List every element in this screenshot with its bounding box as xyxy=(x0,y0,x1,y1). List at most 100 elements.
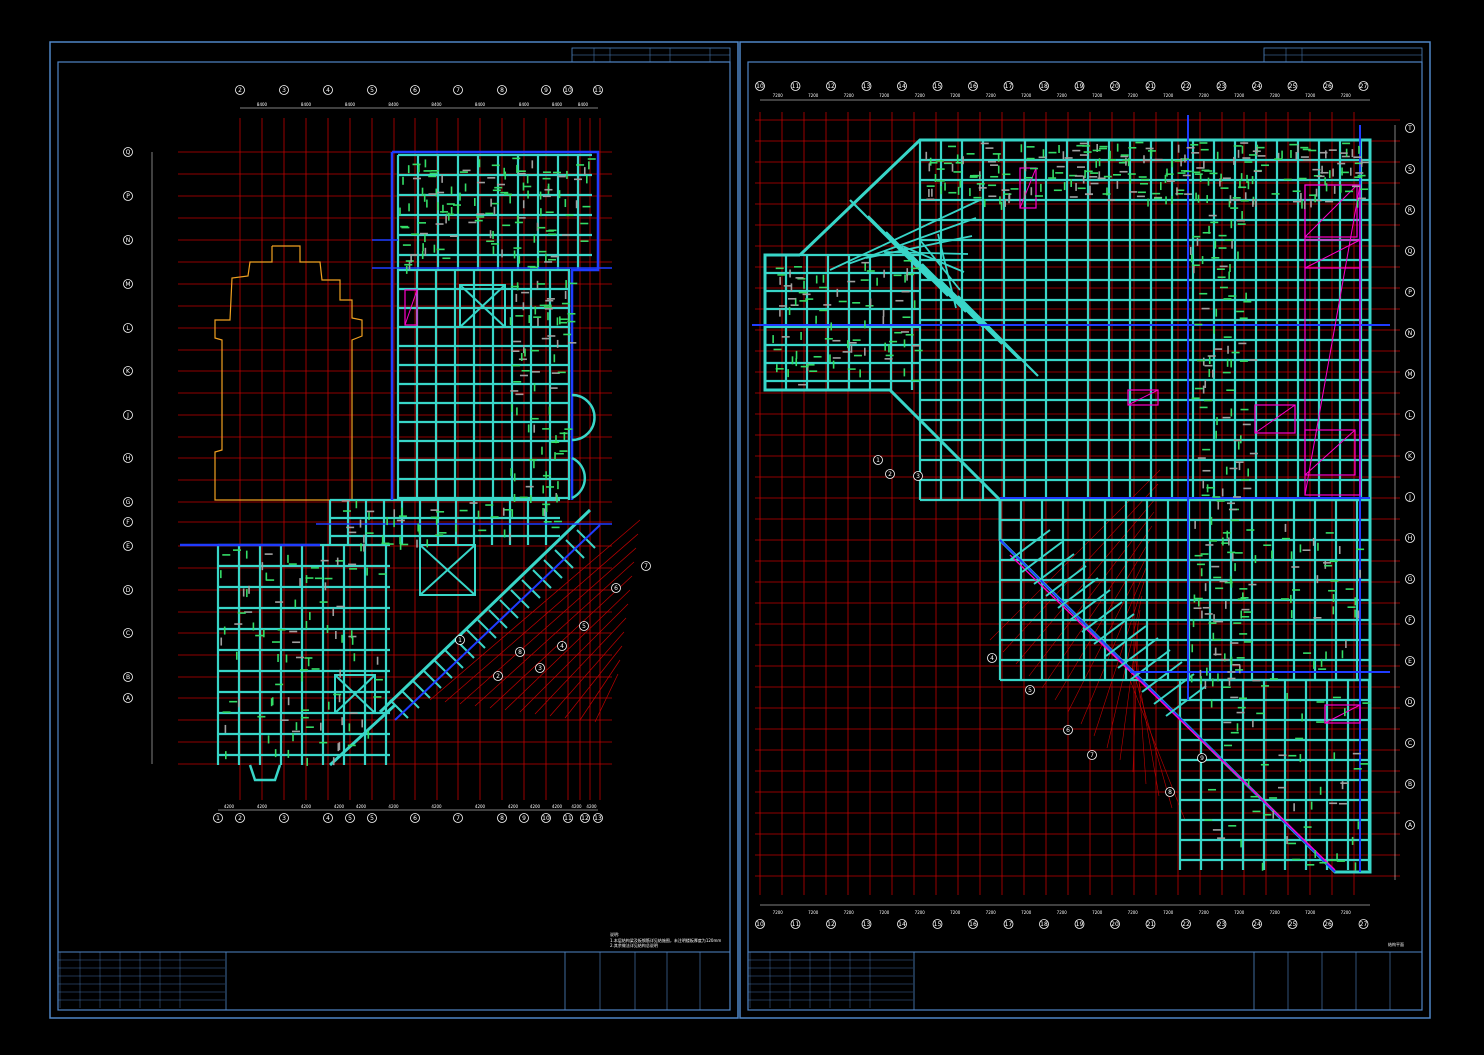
dim-text: 7200 xyxy=(1163,910,1174,915)
axis-right-label: F xyxy=(1408,617,1412,624)
axis-right-label: M xyxy=(1407,371,1412,378)
axis-bottom-label: 5 xyxy=(370,815,374,822)
dim-text: 7200 xyxy=(879,910,890,915)
axis-top-label: 11 xyxy=(594,87,602,94)
axis-bottom-label: 17 xyxy=(1005,921,1013,928)
dim-text: 7200 xyxy=(808,910,819,915)
note-title: 说明: xyxy=(610,931,619,937)
dim-text: 8400 xyxy=(431,102,442,107)
axis-diag-label: 8 xyxy=(518,649,522,656)
axis-top-label: 14 xyxy=(898,83,906,90)
axis-right-label: C xyxy=(1408,740,1412,747)
axis-left-label: H xyxy=(126,455,131,462)
dim-text: 4200 xyxy=(571,804,582,809)
axis-top-label: 10 xyxy=(564,87,572,94)
axis-diag-label: 7 xyxy=(1090,752,1094,759)
axis-left-label: G xyxy=(126,499,131,506)
axis-right-label: D xyxy=(1408,699,1413,706)
dim-text: 7200 xyxy=(1021,910,1032,915)
note-line-2: 2.其余做法详见结构总说明 xyxy=(610,942,658,948)
dim-text: 7200 xyxy=(986,93,997,98)
axis-bottom-label: 10 xyxy=(542,815,550,822)
dim-text: 7200 xyxy=(1128,93,1139,98)
axis-bottom-label: 10 xyxy=(756,921,764,928)
dim-text: 7200 xyxy=(915,910,926,915)
axis-left-label: P xyxy=(126,193,130,200)
axis-bottom-label: 18 xyxy=(1040,921,1048,928)
dim-text: 7200 xyxy=(1199,93,1210,98)
axis-top-label: 4 xyxy=(326,87,330,94)
cad-drawing-canvas[interactable]: 2 3 4 5 6 7 8 9 10 111 2 3 4 5 5 6 7 8 9 10 11 12 13QPNMLKJHGF… xyxy=(0,0,1484,1055)
axis-top-label: 25 xyxy=(1289,83,1297,90)
axis-left-label: Q xyxy=(126,149,131,156)
axis-left-label: D xyxy=(126,587,131,594)
dim-text: 7200 xyxy=(1057,910,1068,915)
axis-bottom-label: 13 xyxy=(863,921,871,928)
axis-bottom-label: 24 xyxy=(1253,921,1261,928)
axis-top-label: 16 xyxy=(969,83,977,90)
axis-bottom-label: 4 xyxy=(326,815,330,822)
axis-top-label: 22 xyxy=(1182,83,1190,90)
axis-right-label: S xyxy=(1408,166,1412,173)
dim-text: 7200 xyxy=(1341,93,1352,98)
axis-top-label: 12 xyxy=(827,83,835,90)
axis-top-label: 3 xyxy=(282,87,286,94)
axis-diag-label: 5 xyxy=(1028,687,1032,694)
axis-top-label: 19 xyxy=(1076,83,1084,90)
dim-text: 7200 xyxy=(1234,93,1245,98)
axis-bottom-label: 25 xyxy=(1289,921,1297,928)
dim-text: 7200 xyxy=(1057,93,1068,98)
dim-text: 4200 xyxy=(431,804,442,809)
dim-text: 4200 xyxy=(356,804,367,809)
axis-top-label: 13 xyxy=(863,83,871,90)
dim-text: 4200 xyxy=(586,804,597,809)
axis-left-label: N xyxy=(126,237,131,244)
dim-text: 7200 xyxy=(1270,910,1281,915)
axis-top-label: 7 xyxy=(456,87,460,94)
dim-text: 8400 xyxy=(388,102,399,107)
axis-bottom-label: 7 xyxy=(456,815,460,822)
dim-text: 4200 xyxy=(530,804,541,809)
axis-bottom-label: 11 xyxy=(792,921,800,928)
dim-text: 8400 xyxy=(475,102,486,107)
dim-text: 8400 xyxy=(345,102,356,107)
dim-text: 7200 xyxy=(1234,910,1245,915)
axis-right-label: N xyxy=(1408,330,1413,337)
axis-right-label: J xyxy=(1408,494,1411,501)
axis-diag-label: 9 xyxy=(1200,755,1204,762)
dim-text: 7200 xyxy=(808,93,819,98)
axis-diag-label: 6 xyxy=(614,585,618,592)
axis-top-label: 10 xyxy=(756,83,764,90)
axis-right-label: B xyxy=(1408,781,1412,788)
axis-diag-label: 3 xyxy=(916,473,920,480)
axis-top-label: 11 xyxy=(792,83,800,90)
axis-bottom-label: 2 xyxy=(238,815,242,822)
axis-top-label: 15 xyxy=(934,83,942,90)
axis-bottom-label: 14 xyxy=(898,921,906,928)
dim-text: 8400 xyxy=(578,102,589,107)
axis-left-label: J xyxy=(126,412,129,419)
dim-text: 7200 xyxy=(950,910,961,915)
axis-bottom-label: 19 xyxy=(1076,921,1084,928)
axis-diag-label: 8 xyxy=(1168,789,1172,796)
dim-text: 7200 xyxy=(986,910,997,915)
axis-left-label: M xyxy=(125,281,130,288)
dim-text: 7200 xyxy=(915,93,926,98)
axis-top-label: 18 xyxy=(1040,83,1048,90)
axis-diag-label: 2 xyxy=(888,471,892,478)
axis-bottom-label: 12 xyxy=(581,815,589,822)
dim-text: 7200 xyxy=(1199,910,1210,915)
axis-top-label: 6 xyxy=(413,87,417,94)
axis-bottom-label: 6 xyxy=(413,815,417,822)
axis-left-label: E xyxy=(126,543,130,550)
axis-diag-label: 2 xyxy=(496,673,500,680)
dim-text: 7200 xyxy=(1270,93,1281,98)
axis-bottom-label: 8 xyxy=(500,815,504,822)
axis-left-label: B xyxy=(126,674,130,681)
axis-diag-label: 1 xyxy=(876,457,880,464)
axis-bottom-label: 27 xyxy=(1360,921,1368,928)
sheet-label: 结构平面 xyxy=(1388,941,1404,947)
axis-diag-label: 6 xyxy=(1066,727,1070,734)
dim-text: 8400 xyxy=(301,102,312,107)
axis-right-label: Q xyxy=(1408,248,1413,255)
